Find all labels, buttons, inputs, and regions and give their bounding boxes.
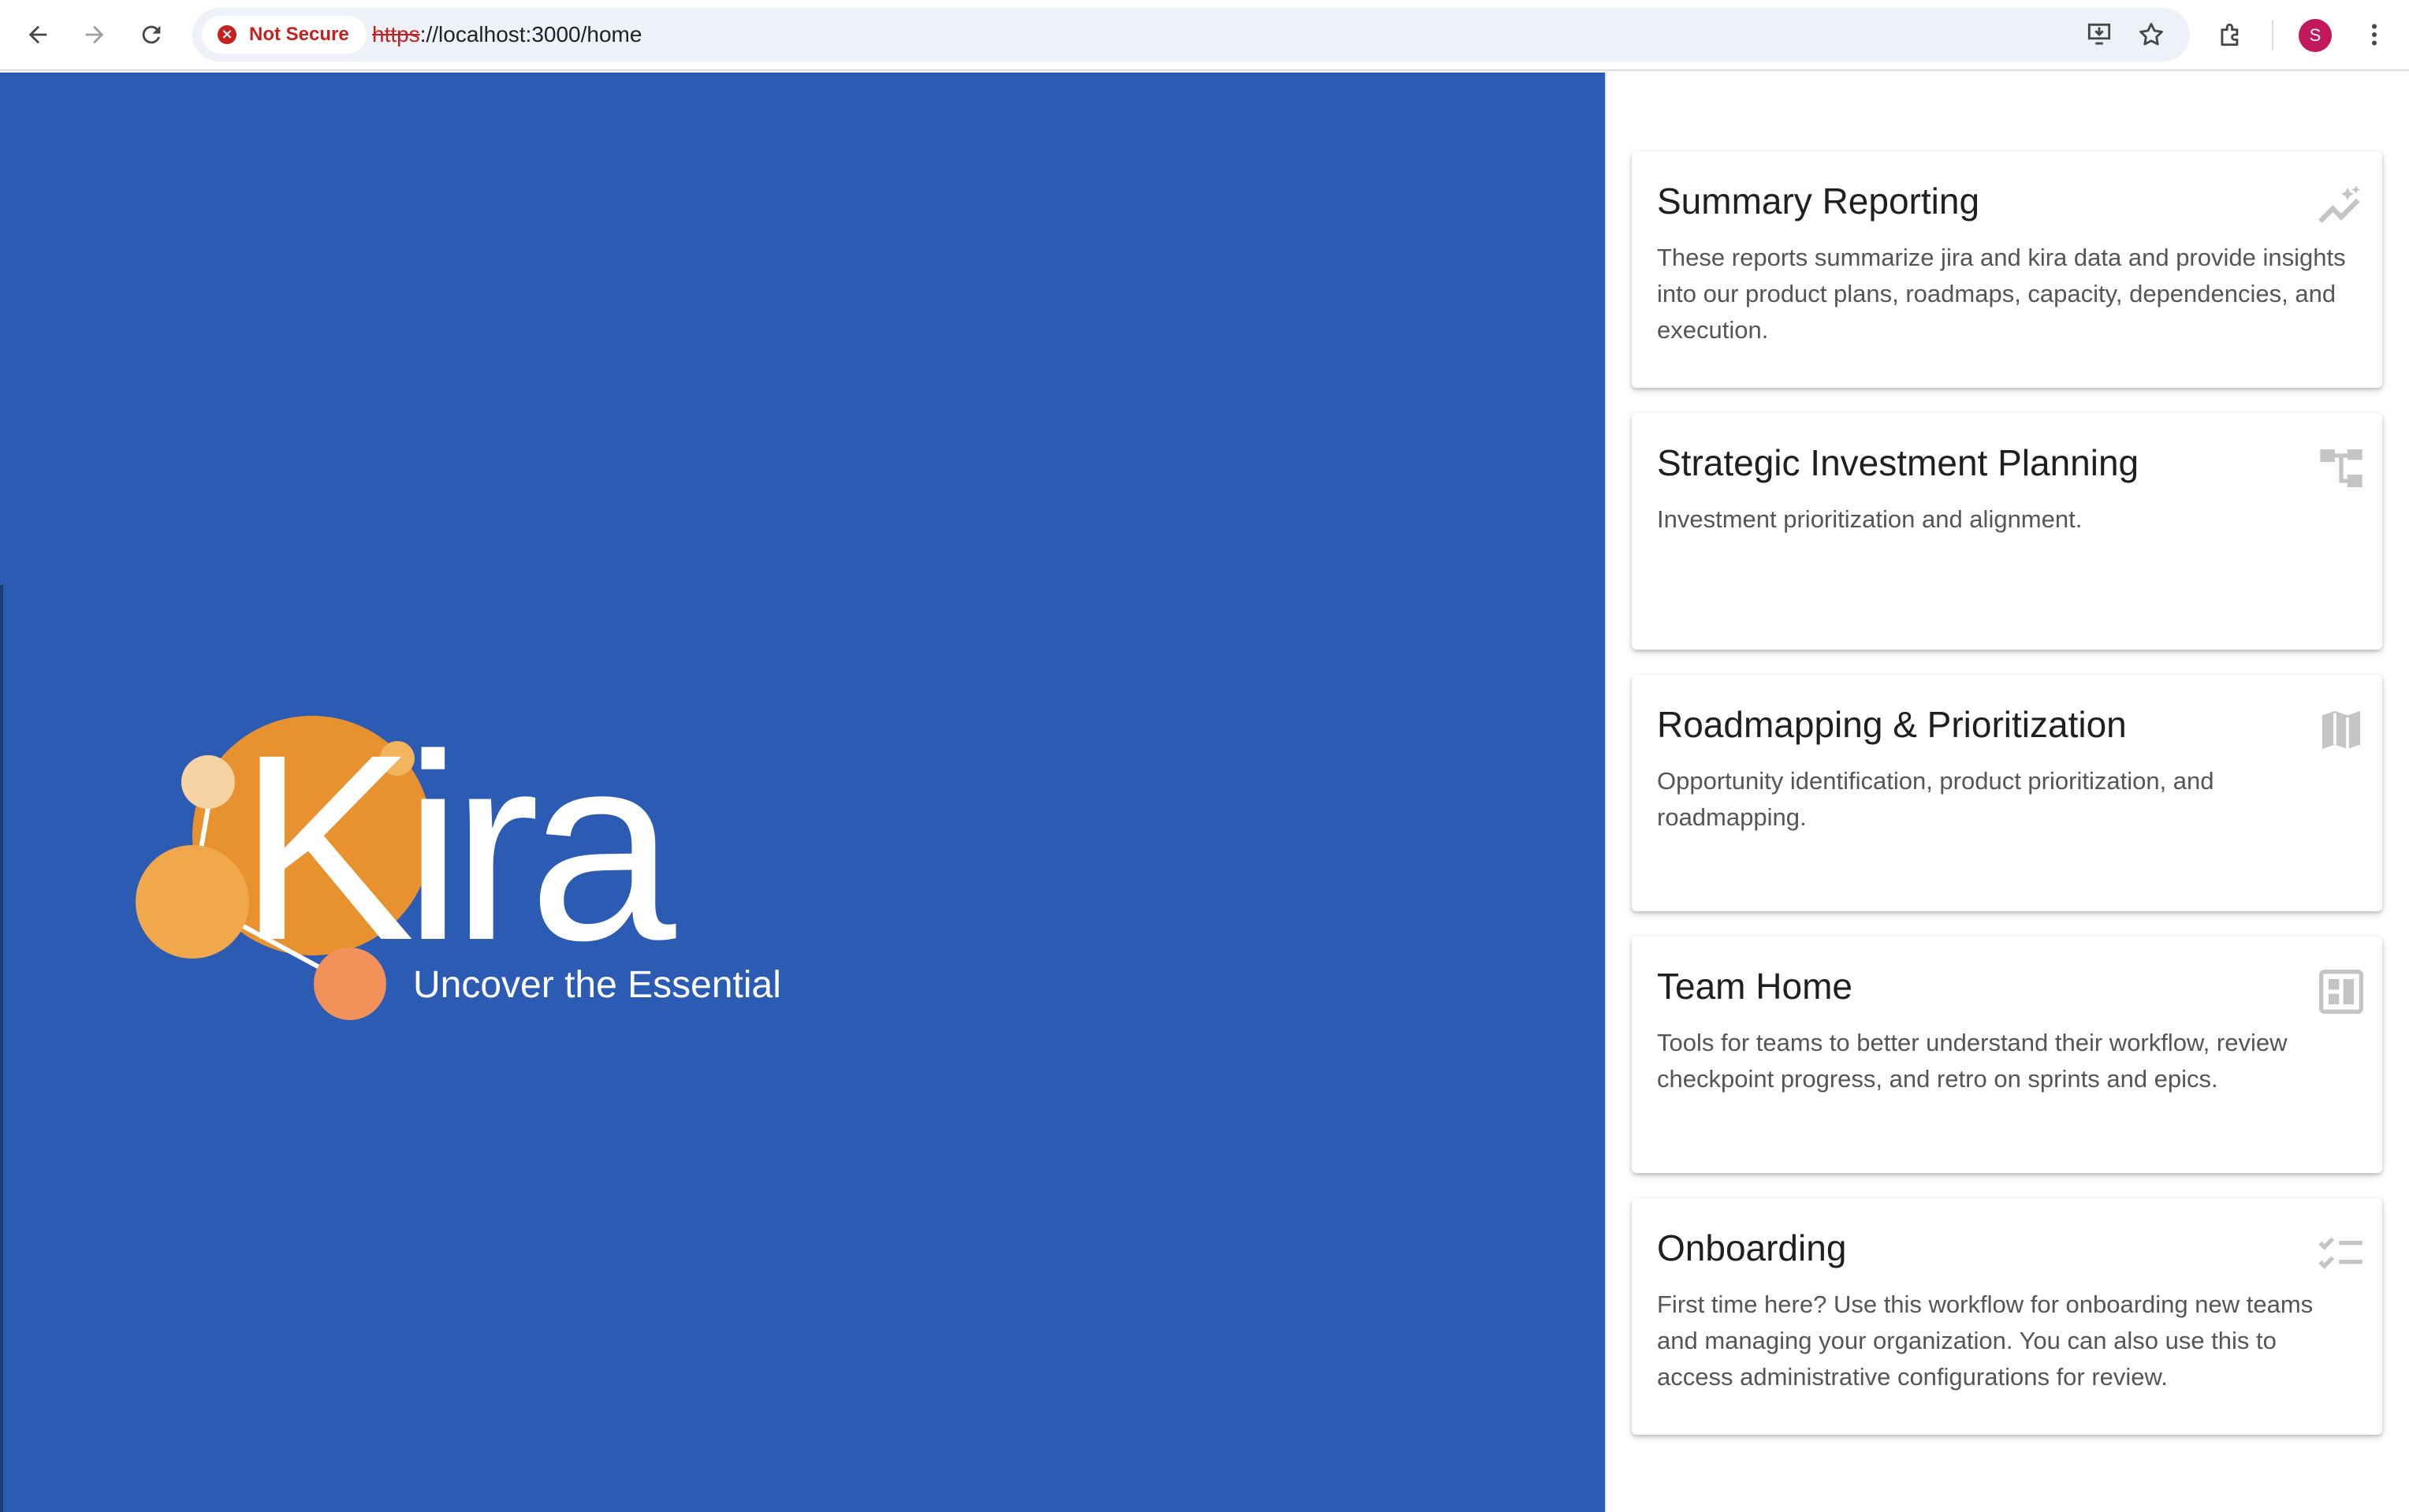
browser-menu-button[interactable]: [2357, 17, 2392, 52]
card-title: Roadmapping & Prioritization: [1657, 704, 2127, 745]
card-team-home[interactable]: Team Home Tools for teams to better unde…: [1632, 937, 2382, 1173]
toolbar-divider: [2272, 20, 2273, 50]
url-scheme: https: [372, 22, 420, 47]
address-bar[interactable]: × Not Secure https://localhost:3000/home: [192, 8, 2190, 61]
url-path: ://localhost:3000/home: [419, 22, 642, 47]
card-onboarding[interactable]: Onboarding First time here? Use this wor…: [1632, 1198, 2382, 1435]
hero-panel: Kira Uncover the Essential: [0, 73, 1605, 1512]
card-description: These reports summarize jira and kira da…: [1657, 244, 2346, 344]
map-icon: [2322, 711, 2360, 749]
forward-button[interactable]: [76, 16, 114, 54]
logo-wordmark: Kira: [238, 700, 676, 996]
arrow-right-icon: [85, 25, 104, 44]
card-title: Strategic Investment Planning: [1657, 442, 2139, 483]
kira-logo: Kira Uncover the Essential: [126, 709, 804, 1041]
card-title: Summary Reporting: [1657, 181, 1980, 222]
puzzle-icon: [2221, 23, 2239, 47]
browser-toolbar: × Not Secure https://localhost:3000/home…: [0, 0, 2409, 71]
extensions-button[interactable]: [2214, 17, 2248, 52]
card-title: Onboarding: [1657, 1227, 1847, 1268]
security-label: Not Secure: [249, 24, 349, 45]
navigation-panel: Summary Reporting These reports summariz…: [1605, 73, 2409, 1512]
security-chip[interactable]: × Not Secure: [202, 16, 367, 54]
card-title: Team Home: [1657, 966, 1852, 1007]
card-summary-reporting[interactable]: Summary Reporting These reports summariz…: [1632, 151, 2382, 388]
error-icon: ×: [218, 25, 236, 44]
bookmark-star-icon[interactable]: [2136, 20, 2166, 50]
card-roadmapping-prioritization[interactable]: Roadmapping & Prioritization Opportunity…: [1632, 675, 2382, 911]
install-app-icon[interactable]: [2084, 20, 2114, 50]
logo-tagline: Uncover the Essential: [413, 964, 781, 1006]
reload-button[interactable]: [132, 16, 170, 54]
account-tree-icon: [2320, 449, 2362, 487]
back-button[interactable]: [19, 16, 57, 54]
arrow-left-icon: [28, 25, 47, 44]
url-text[interactable]: https://localhost:3000/home: [372, 8, 642, 61]
window-edge: [0, 585, 3, 1512]
auto-graph-icon: [2318, 185, 2360, 223]
more-vertical-icon: [2372, 24, 2377, 46]
card-description: First time here? Use this workflow for o…: [1657, 1290, 2314, 1391]
profile-avatar[interactable]: S: [2299, 19, 2332, 52]
card-description: Tools for teams to better understand the…: [1657, 1029, 2288, 1093]
card-description: Investment prioritization and alignment.: [1657, 505, 2083, 533]
card-strategic-investment-planning[interactable]: Strategic Investment Planning Investment…: [1632, 413, 2382, 650]
reload-icon: [142, 25, 161, 44]
dashboard-icon: [2319, 970, 2363, 1014]
card-description: Opportunity identification, product prio…: [1657, 767, 2214, 831]
checklist-icon: [2318, 1237, 2362, 1269]
